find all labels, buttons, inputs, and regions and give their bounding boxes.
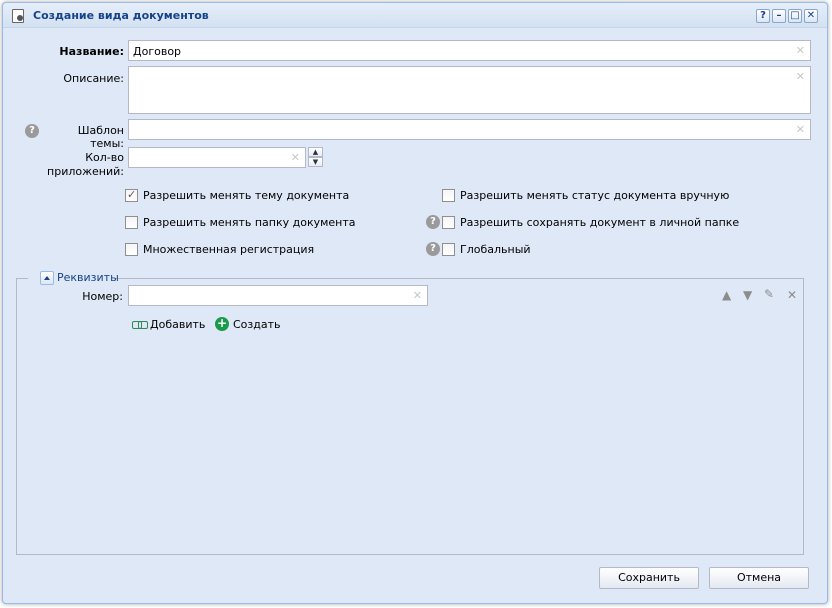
requisites-fieldset <box>16 278 804 555</box>
clear-icon[interactable]: ✕ <box>796 123 805 136</box>
delete-icon[interactable]: ✕ <box>787 288 797 302</box>
attachments-label-line2: приложений: <box>47 165 124 178</box>
allow-change-folder-checkbox[interactable] <box>125 216 138 229</box>
edit-pencil-icon[interactable]: ✎ <box>764 287 774 301</box>
add-button[interactable]: Добавить <box>150 318 205 331</box>
allow-change-status-checkbox[interactable] <box>442 189 455 202</box>
number-field[interactable]: ✕ <box>128 285 428 306</box>
clear-icon[interactable]: ✕ <box>291 151 300 164</box>
allow-change-status-label: Разрешить менять статус документа вручну… <box>460 189 730 202</box>
help-icon[interactable]: ? <box>426 242 440 256</box>
allow-save-personal-checkbox[interactable] <box>442 216 455 229</box>
attachments-count-field[interactable]: ✕ <box>128 147 306 168</box>
maximize-button[interactable]: □ <box>788 9 802 23</box>
collapse-toggle-icon[interactable] <box>40 271 54 285</box>
close-button[interactable]: ✕ <box>804 9 818 23</box>
help-icon[interactable]: ? <box>426 215 440 229</box>
move-down-icon[interactable]: ▼ <box>743 288 752 302</box>
attachments-stepper[interactable]: ▲ ▼ <box>308 147 323 168</box>
description-textarea[interactable]: ✕ <box>128 66 811 114</box>
decrement-button[interactable]: ▼ <box>308 157 323 167</box>
multiple-registration-checkbox[interactable] <box>125 243 138 256</box>
attachments-label-line1: Кол-во <box>85 151 124 164</box>
name-label: Название: <box>59 45 124 58</box>
name-field[interactable]: Договор ✕ <box>128 40 811 61</box>
move-up-icon[interactable]: ▲ <box>722 288 731 302</box>
cancel-button[interactable]: Отмена <box>709 567 809 589</box>
create-button[interactable]: Создать <box>233 318 281 331</box>
clear-icon[interactable]: ✕ <box>796 70 805 83</box>
dialog-window: Создание вида документов ? – □ ✕ Названи… <box>2 2 828 604</box>
subject-template-label: Шаблон темы: <box>77 124 124 150</box>
subject-template-field[interactable]: ✕ <box>128 119 811 140</box>
plus-circle-icon[interactable]: + <box>215 317 229 331</box>
clear-icon[interactable]: ✕ <box>796 44 805 57</box>
multiple-registration-label: Множественная регистрация <box>143 243 315 256</box>
allow-save-personal-label: Разрешить сохранять документ в личной па… <box>460 216 740 229</box>
link-chain-icon[interactable] <box>132 321 148 329</box>
document-settings-icon <box>12 9 24 23</box>
increment-button[interactable]: ▲ <box>308 147 323 157</box>
requisites-title: Реквизиты <box>57 271 119 284</box>
description-label: Описание: <box>63 72 124 85</box>
save-button[interactable]: Сохранить <box>599 567 699 589</box>
clear-icon[interactable]: ✕ <box>413 289 422 302</box>
global-label: Глобальный <box>460 243 531 256</box>
name-value: Договор <box>133 45 182 58</box>
title-bar[interactable]: Создание вида документов ? – □ ✕ <box>3 3 827 28</box>
help-icon[interactable]: ? <box>25 124 39 138</box>
allow-change-subject-label: Разрешить менять тему документа <box>143 189 350 202</box>
window-title: Создание вида документов <box>33 9 209 22</box>
global-checkbox[interactable] <box>442 243 455 256</box>
number-label: Номер: <box>82 290 123 303</box>
minimize-button[interactable]: – <box>772 9 786 23</box>
help-button[interactable]: ? <box>756 9 770 23</box>
allow-change-subject-checkbox[interactable] <box>125 188 138 202</box>
allow-change-folder-label: Разрешить менять папку документа <box>143 216 356 229</box>
